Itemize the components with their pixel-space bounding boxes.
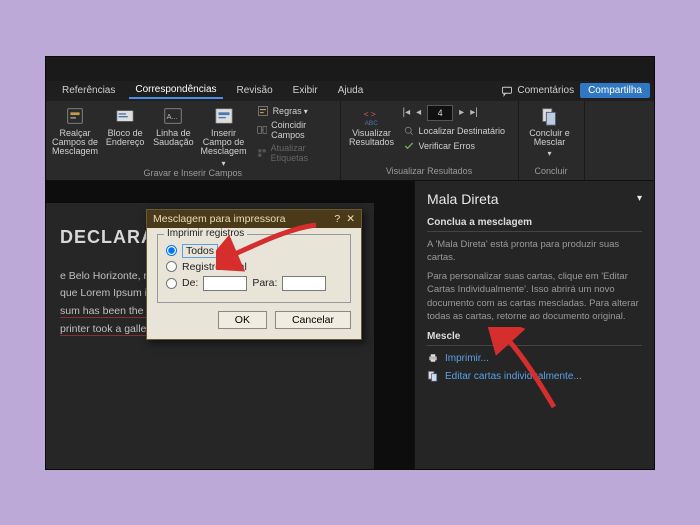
merge-to-printer-dialog: Mesclagem para impressora ? ✕ Imprimir r… <box>146 209 362 340</box>
range-to-input[interactable] <box>282 276 326 291</box>
dialog-close-button[interactable]: ✕ <box>346 213 355 225</box>
preview-results-button[interactable]: < >ABC Visualizar Resultados <box>347 105 397 148</box>
pane-menu-button[interactable]: ▾ <box>637 193 642 204</box>
record-navigation[interactable]: |◂ ◂ 4 ▸ ▸| <box>403 105 506 121</box>
pane-text-ready: A 'Mala Direta' está pronta para produzi… <box>427 238 642 265</box>
address-block-button[interactable]: Bloco de Endereço <box>104 105 146 148</box>
edit-docs-icon <box>427 370 439 382</box>
comment-icon <box>501 85 513 97</box>
print-link[interactable]: Imprimir... <box>427 352 642 364</box>
check-icon <box>403 140 415 152</box>
option-current[interactable]: Registro atual <box>166 261 342 273</box>
finish-merge-button[interactable]: Concluir e Mesclar <box>525 105 575 159</box>
highlight-merge-fields-button[interactable]: Realçar Campos de Mesclagem <box>52 105 98 157</box>
mail-merge-pane: Mala Direta ▾ Conclua a mesclagem A 'Mal… <box>414 181 654 469</box>
svg-text:A...: A... <box>167 111 178 120</box>
dialog-titlebar[interactable]: Mesclagem para impressora ? ✕ <box>147 210 361 228</box>
word-window: Referências Correspondências Revisão Exi… <box>45 56 655 470</box>
match-fields-button[interactable]: Coincidir Campos <box>257 120 334 140</box>
rules-icon <box>257 105 269 117</box>
first-record-button[interactable]: |◂ <box>403 107 411 118</box>
range-to-label: Para: <box>252 277 277 289</box>
pane-title: Mala Direta <box>427 191 499 207</box>
group-legend: Imprimir registros <box>164 228 247 239</box>
tab-revisao[interactable]: Revisão <box>231 83 279 98</box>
tab-ajuda[interactable]: Ajuda <box>332 83 370 98</box>
find-recipient-button[interactable]: Localizar Destinatário <box>403 125 506 137</box>
svg-text:ABC: ABC <box>364 120 378 127</box>
tab-exibir[interactable]: Exibir <box>287 83 324 98</box>
dialog-title: Mesclagem para impressora <box>153 213 285 225</box>
finish-icon <box>539 105 561 127</box>
update-labels-button: Atualizar Etiquetas <box>257 143 334 163</box>
greeting-line-button[interactable]: A... Linha de Saudação <box>152 105 194 148</box>
range-from-input[interactable] <box>203 276 247 291</box>
rules-button[interactable]: Regras <box>257 105 334 117</box>
radio-all[interactable] <box>166 245 177 256</box>
pane-text-instructions: Para personalizar suas cartas, clique em… <box>427 270 642 323</box>
ribbon-tabs: Referências Correspondências Revisão Exi… <box>46 81 654 101</box>
preview-icon: < > ABC <box>361 105 383 127</box>
greeting-icon: A... <box>162 105 184 127</box>
comments-button[interactable]: Comentários <box>501 83 574 98</box>
group-preview-results: Visualizar Resultados <box>347 166 512 176</box>
edit-letters-link[interactable]: Editar cartas individualmente... <box>427 370 642 382</box>
group-finish: Concluir <box>525 166 578 176</box>
share-button[interactable]: Compartilha <box>580 83 650 98</box>
match-icon <box>257 124 268 136</box>
labels-icon <box>257 147 267 159</box>
record-number-input[interactable]: 4 <box>427 105 453 121</box>
print-records-group: Imprimir registros Todos Registro atual … <box>157 234 351 303</box>
ok-button[interactable]: OK <box>218 311 267 329</box>
cancel-button[interactable]: Cancelar <box>275 311 351 329</box>
insert-field-icon <box>213 105 235 127</box>
comments-label: Comentários <box>517 85 574 96</box>
group-insert-fields: Gravar e Inserir Campos <box>52 168 334 178</box>
radio-current[interactable] <box>166 261 177 272</box>
printer-icon <box>427 352 439 364</box>
ribbon: Realçar Campos de Mesclagem Bloco de End… <box>46 101 654 181</box>
highlight-icon <box>64 105 86 127</box>
last-record-button[interactable]: ▸| <box>470 107 478 118</box>
dialog-help-button[interactable]: ? <box>334 213 340 225</box>
prev-record-button[interactable]: ◂ <box>416 107 421 118</box>
search-icon <box>403 125 415 137</box>
option-range[interactable]: De: Para: <box>166 276 342 291</box>
option-all[interactable]: Todos <box>166 244 342 258</box>
radio-range[interactable] <box>166 278 177 289</box>
svg-text:< >: < > <box>363 109 375 118</box>
tab-correspondencias[interactable]: Correspondências <box>129 82 222 99</box>
address-block-icon <box>114 105 136 127</box>
next-record-button[interactable]: ▸ <box>459 107 464 118</box>
pane-section-complete: Conclua a mesclagem <box>427 217 642 232</box>
tab-referencias[interactable]: Referências <box>56 83 121 98</box>
check-errors-button[interactable]: Verificar Erros <box>403 140 506 152</box>
pane-section-merge: Mescle <box>427 331 642 346</box>
insert-merge-field-button[interactable]: Inserir Campo de Mesclagem <box>201 105 247 168</box>
